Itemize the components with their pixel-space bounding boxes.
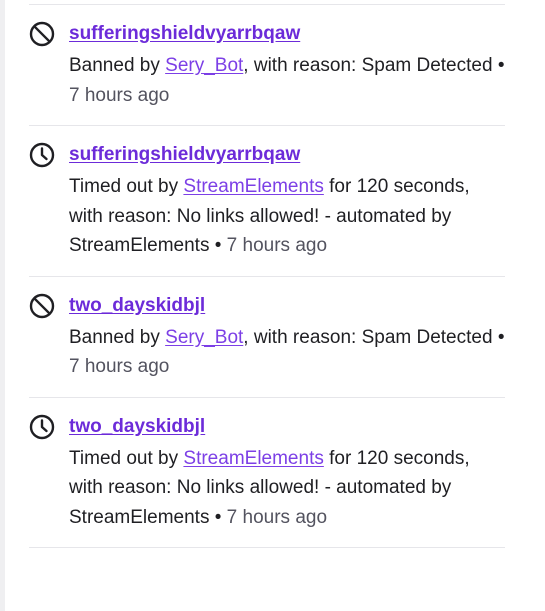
moderation-log-list: sufferingshieldvyarrbqaw Banned by Sery_… bbox=[29, 0, 505, 548]
log-entry: sufferingshieldvyarrbqaw Timed out by St… bbox=[29, 126, 505, 277]
log-entry-description: Timed out by StreamElements for 120 seco… bbox=[69, 444, 505, 533]
moderator-link[interactable]: StreamElements bbox=[183, 448, 323, 469]
action-text: Timed out by bbox=[69, 176, 184, 197]
log-entry: two_dayskidbjl Banned by Sery_Bot, with … bbox=[29, 277, 505, 398]
log-entry-description: Banned by Sery_Bot, with reason: Spam De… bbox=[69, 51, 505, 110]
username-link[interactable]: two_dayskidbjl bbox=[69, 295, 205, 317]
action-text: Timed out by bbox=[69, 447, 184, 469]
reason-text: , with reason: Spam Detected bbox=[243, 326, 493, 348]
clock-icon bbox=[29, 142, 55, 168]
clock-icon bbox=[29, 414, 55, 440]
separator-bullet: • bbox=[492, 55, 505, 76]
log-entry-description: Timed out by StreamElements for 120 seco… bbox=[69, 172, 505, 261]
separator-bullet: • bbox=[209, 235, 227, 256]
ban-icon bbox=[29, 293, 55, 319]
log-entry: sufferingshieldvyarrbqaw Banned by Sery_… bbox=[29, 5, 505, 126]
log-entry-header: sufferingshieldvyarrbqaw bbox=[29, 21, 505, 47]
separator-bullet: • bbox=[209, 506, 227, 528]
username-link[interactable]: sufferingshieldvyarrbqaw bbox=[69, 144, 300, 166]
panel-left-border bbox=[0, 0, 5, 611]
log-entry-header: two_dayskidbjl bbox=[29, 293, 505, 319]
separator-bullet: • bbox=[492, 326, 505, 348]
username-link[interactable]: two_dayskidbjl bbox=[69, 416, 205, 438]
timestamp: 7 hours ago bbox=[69, 356, 170, 377]
username-link[interactable]: sufferingshieldvyarrbqaw bbox=[69, 23, 300, 45]
log-entry-description: Banned by Sery_Bot, with reason: Spam De… bbox=[69, 323, 505, 382]
timestamp: 7 hours ago bbox=[226, 506, 328, 528]
moderator-link[interactable]: Sery_Bot bbox=[165, 55, 243, 76]
action-text: Banned by bbox=[69, 55, 166, 76]
timestamp: 7 hours ago bbox=[226, 235, 328, 256]
reason-text: , with reason: Spam Detected bbox=[243, 55, 493, 76]
action-text: Banned by bbox=[69, 326, 166, 348]
ban-icon bbox=[29, 21, 55, 47]
log-entry: two_dayskidbjl Timed out by StreamElemen… bbox=[29, 398, 505, 548]
log-entry-header: sufferingshieldvyarrbqaw bbox=[29, 142, 505, 168]
log-entry-header: two_dayskidbjl bbox=[29, 414, 505, 440]
moderator-link[interactable]: Sery_Bot bbox=[165, 327, 243, 348]
moderator-link[interactable]: StreamElements bbox=[183, 176, 323, 197]
timestamp: 7 hours ago bbox=[69, 84, 170, 106]
